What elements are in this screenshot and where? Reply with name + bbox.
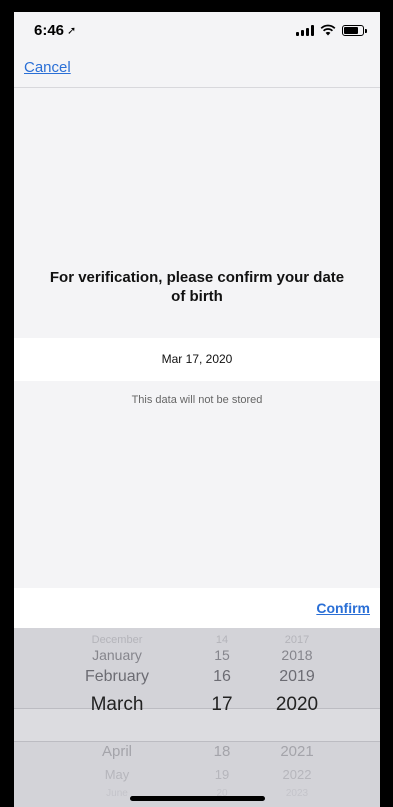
year-wheel[interactable]: 2017 2018 2019 2020 2021 2022 2023 [257,628,337,807]
phone-screen: 6:46 ➚ Cancel For verification, please co… [12,0,382,807]
month-option-selected[interactable]: March [62,694,172,716]
status-time: 6:46 ➚ [34,22,77,39]
month-option[interactable]: December [62,634,172,646]
year-option[interactable]: 2018 [257,647,337,663]
year-option[interactable]: 2022 [257,767,337,782]
month-option[interactable]: April [62,743,172,760]
day-option[interactable]: 18 [202,743,242,760]
nav-bar: Cancel [12,50,382,88]
date-picker[interactable]: December January February March April Ma… [12,628,382,807]
status-icons [296,24,367,36]
location-arrow-icon: ➚ [67,25,77,37]
day-option[interactable]: 15 [202,647,242,663]
month-option[interactable]: May [62,767,172,782]
status-bar: 6:46 ➚ [12,12,382,50]
home-indicator[interactable] [130,796,265,801]
month-option[interactable]: February [62,668,172,686]
day-option[interactable]: 19 [202,767,242,782]
day-option[interactable]: 14 [202,634,242,646]
page-title: For verification, please confirm your da… [49,269,345,305]
cancel-button[interactable]: Cancel [24,59,71,76]
day-option-selected[interactable]: 17 [202,694,242,716]
year-option[interactable]: 2021 [257,743,337,760]
toolbar: Confirm [12,588,382,628]
privacy-note: This data will not be stored [131,394,263,406]
day-wheel[interactable]: 14 15 16 17 18 19 20 [202,628,242,807]
cellular-signal-icon [296,24,314,36]
battery-icon [342,24,367,36]
month-wheel[interactable]: December January February March April Ma… [62,628,172,807]
month-option[interactable]: January [62,647,172,663]
year-option-selected[interactable]: 2020 [257,694,337,716]
year-option[interactable]: 2017 [257,634,337,646]
day-option[interactable]: 16 [202,668,242,686]
year-option[interactable]: 2019 [257,668,337,686]
wifi-icon [320,24,336,36]
year-option[interactable]: 2023 [257,788,337,799]
date-of-birth-field[interactable]: Mar 17, 2020 [12,338,382,381]
confirm-button[interactable]: Confirm [316,600,370,616]
